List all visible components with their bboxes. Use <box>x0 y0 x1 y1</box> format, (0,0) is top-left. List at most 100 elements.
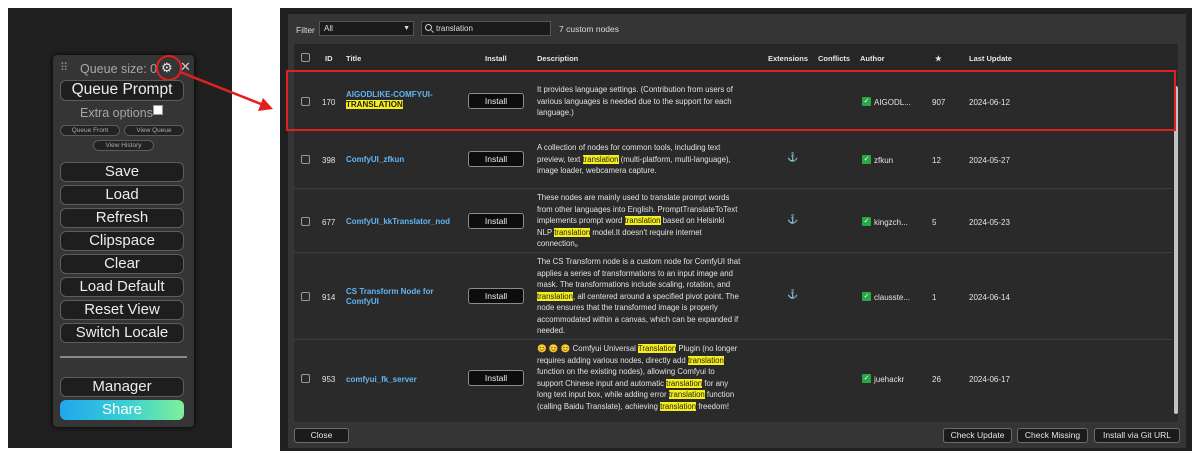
row-stars: 1 <box>932 293 937 302</box>
col-id[interactable]: ID <box>325 54 333 63</box>
search-highlight: translation <box>660 401 697 411</box>
table-row: 398 ComfyUI_zfkun Install A collection o… <box>294 130 1178 189</box>
install-via-git-url-button[interactable]: Install via Git URL <box>1094 428 1180 443</box>
table-row: 677 ComfyUI_kkTranslator_nod Install The… <box>294 189 1178 253</box>
row-last-update: 2024-06-14 <box>969 293 1010 302</box>
search-highlight: translation <box>554 227 591 237</box>
row-title-link[interactable]: ComfyUI_kkTranslator_nod <box>346 217 450 227</box>
row-stars: 26 <box>932 375 941 384</box>
search-highlight: translation <box>687 355 724 365</box>
desc-text: NLP <box>537 227 555 237</box>
desc-line: needed. <box>537 326 566 335</box>
author-verified-checkbox: ✓ <box>862 155 871 164</box>
queue-prompt-button[interactable]: Queue Prompt <box>60 80 184 101</box>
close-button[interactable]: Close <box>294 428 349 443</box>
desc-line: These nodes are mainly used to translate… <box>537 193 730 202</box>
row-id: 914 <box>322 293 336 302</box>
desc-text: support Chinese input and automatic <box>537 378 667 388</box>
desc-line: long text input box, while adding error … <box>537 389 763 401</box>
col-stars[interactable]: ★ <box>935 54 942 63</box>
col-author[interactable]: Author <box>860 54 885 63</box>
extra-options-checkbox[interactable] <box>153 105 163 115</box>
desc-text: 😊 😊 😊 Comfyui Universal <box>537 344 638 353</box>
select-all-checkbox[interactable] <box>301 53 310 62</box>
row-checkbox[interactable] <box>301 374 310 383</box>
menu-divider <box>60 356 187 358</box>
reset-view-button[interactable]: Reset View <box>60 300 184 320</box>
desc-text: Plugin (no longer <box>676 344 738 353</box>
desc-text: preview, text <box>537 154 583 164</box>
search-input[interactable]: translation <box>421 21 551 36</box>
table-row: 914 CS Transform Node for ComfyUI Instal… <box>294 253 1178 340</box>
switch-locale-button[interactable]: Switch Locale <box>60 323 184 343</box>
close-icon[interactable]: ✕ <box>180 59 191 75</box>
row-last-update: 2024-05-27 <box>969 156 1010 165</box>
clear-button[interactable]: Clear <box>60 254 184 274</box>
extension-icon[interactable]: ⚓ <box>787 152 798 163</box>
install-button[interactable]: Install <box>468 213 524 229</box>
row-stars: 12 <box>932 156 941 165</box>
install-button[interactable]: Install <box>468 288 524 304</box>
search-highlight: translation <box>666 378 703 388</box>
row-id: 953 <box>322 375 336 384</box>
row-checkbox[interactable] <box>301 155 310 164</box>
scrollbar-thumb[interactable] <box>1174 86 1178 414</box>
col-last-update[interactable]: Last Update <box>969 54 1012 63</box>
desc-text: freedom! <box>696 401 730 411</box>
row-title-link[interactable]: CS Transform Node for ComfyUI <box>346 287 434 307</box>
extension-icon[interactable]: ⚓ <box>787 289 798 300</box>
check-missing-button[interactable]: Check Missing <box>1017 428 1088 443</box>
search-icon <box>425 24 432 31</box>
row-checkbox[interactable] <box>301 217 310 226</box>
search-highlight: translation <box>582 154 619 164</box>
desc-text: (calling Baidu Translate), achieving <box>537 401 661 411</box>
clipspace-button[interactable]: Clipspace <box>60 231 184 251</box>
filter-select[interactable]: All ▼ <box>319 21 414 36</box>
queue-front-button[interactable]: Queue Front <box>60 125 120 136</box>
row-title-link[interactable]: comfyui_fk_server <box>346 375 417 385</box>
search-highlight: translation <box>537 291 573 301</box>
desc-text: for any <box>702 378 729 388</box>
row-author: zfkun <box>874 156 894 165</box>
row-checkbox[interactable] <box>301 292 310 301</box>
table-row: 953 comfyui_fk_server Install 😊 😊 😊 Comf… <box>294 340 1178 422</box>
author-verified-checkbox: ✓ <box>862 217 871 226</box>
load-button[interactable]: Load <box>60 185 184 205</box>
row-last-update: 2024-06-17 <box>969 375 1010 384</box>
row-id: 677 <box>322 218 336 227</box>
col-conflicts[interactable]: Conflicts <box>818 54 850 63</box>
share-button[interactable]: Share <box>60 400 184 420</box>
check-update-button[interactable]: Check Update <box>943 428 1012 443</box>
drag-handle-icon[interactable]: ⠿ <box>60 61 68 74</box>
comfy-menu-panel: ⠿ Queue size: 0 ⚙ ✕ Queue Prompt Extra o… <box>53 55 194 427</box>
annotation-highlight-box <box>286 70 1176 131</box>
desc-line: accommodated within a canvas, which can … <box>537 314 739 324</box>
desc-line: image loader, webcamera capture. <box>537 166 657 175</box>
extension-icon[interactable]: ⚓ <box>787 214 798 225</box>
row-description: 😊 😊 😊 Comfyui Universal Translation Plug… <box>537 343 763 412</box>
view-history-button[interactable]: View History <box>93 140 154 151</box>
load-default-button[interactable]: Load Default <box>60 277 184 297</box>
manager-button[interactable]: Manager <box>60 377 184 397</box>
annotation-circle <box>156 55 182 81</box>
row-title-line: ComfyUI <box>346 297 379 306</box>
refresh-button[interactable]: Refresh <box>60 208 184 228</box>
desc-line: from other languages into English. Promp… <box>537 204 738 214</box>
desc-text: function <box>704 390 735 399</box>
desc-text: requires adding various nodes, directly … <box>537 355 688 365</box>
col-install[interactable]: Install <box>485 54 507 63</box>
menu-header: ⠿ Queue size: 0 ⚙ ✕ <box>53 55 194 81</box>
save-button[interactable]: Save <box>60 162 184 182</box>
desc-text: model.It doesn't require internet <box>590 227 702 237</box>
row-title-link[interactable]: ComfyUI_zfkun <box>346 155 404 165</box>
col-description[interactable]: Description <box>537 54 578 63</box>
col-title[interactable]: Title <box>346 54 361 63</box>
install-button[interactable]: Install <box>468 370 524 386</box>
view-queue-button[interactable]: View Queue <box>124 125 184 136</box>
desc-line: preview, text translation (multi-platfor… <box>537 154 763 166</box>
desc-line: requires adding various nodes, directly … <box>537 355 763 367</box>
install-button[interactable]: Install <box>468 151 524 167</box>
desc-text: (multi-platform, multi-language), <box>618 154 731 164</box>
col-extensions[interactable]: Extensions <box>768 54 808 63</box>
queue-size-label: Queue size: 0 <box>80 62 158 76</box>
